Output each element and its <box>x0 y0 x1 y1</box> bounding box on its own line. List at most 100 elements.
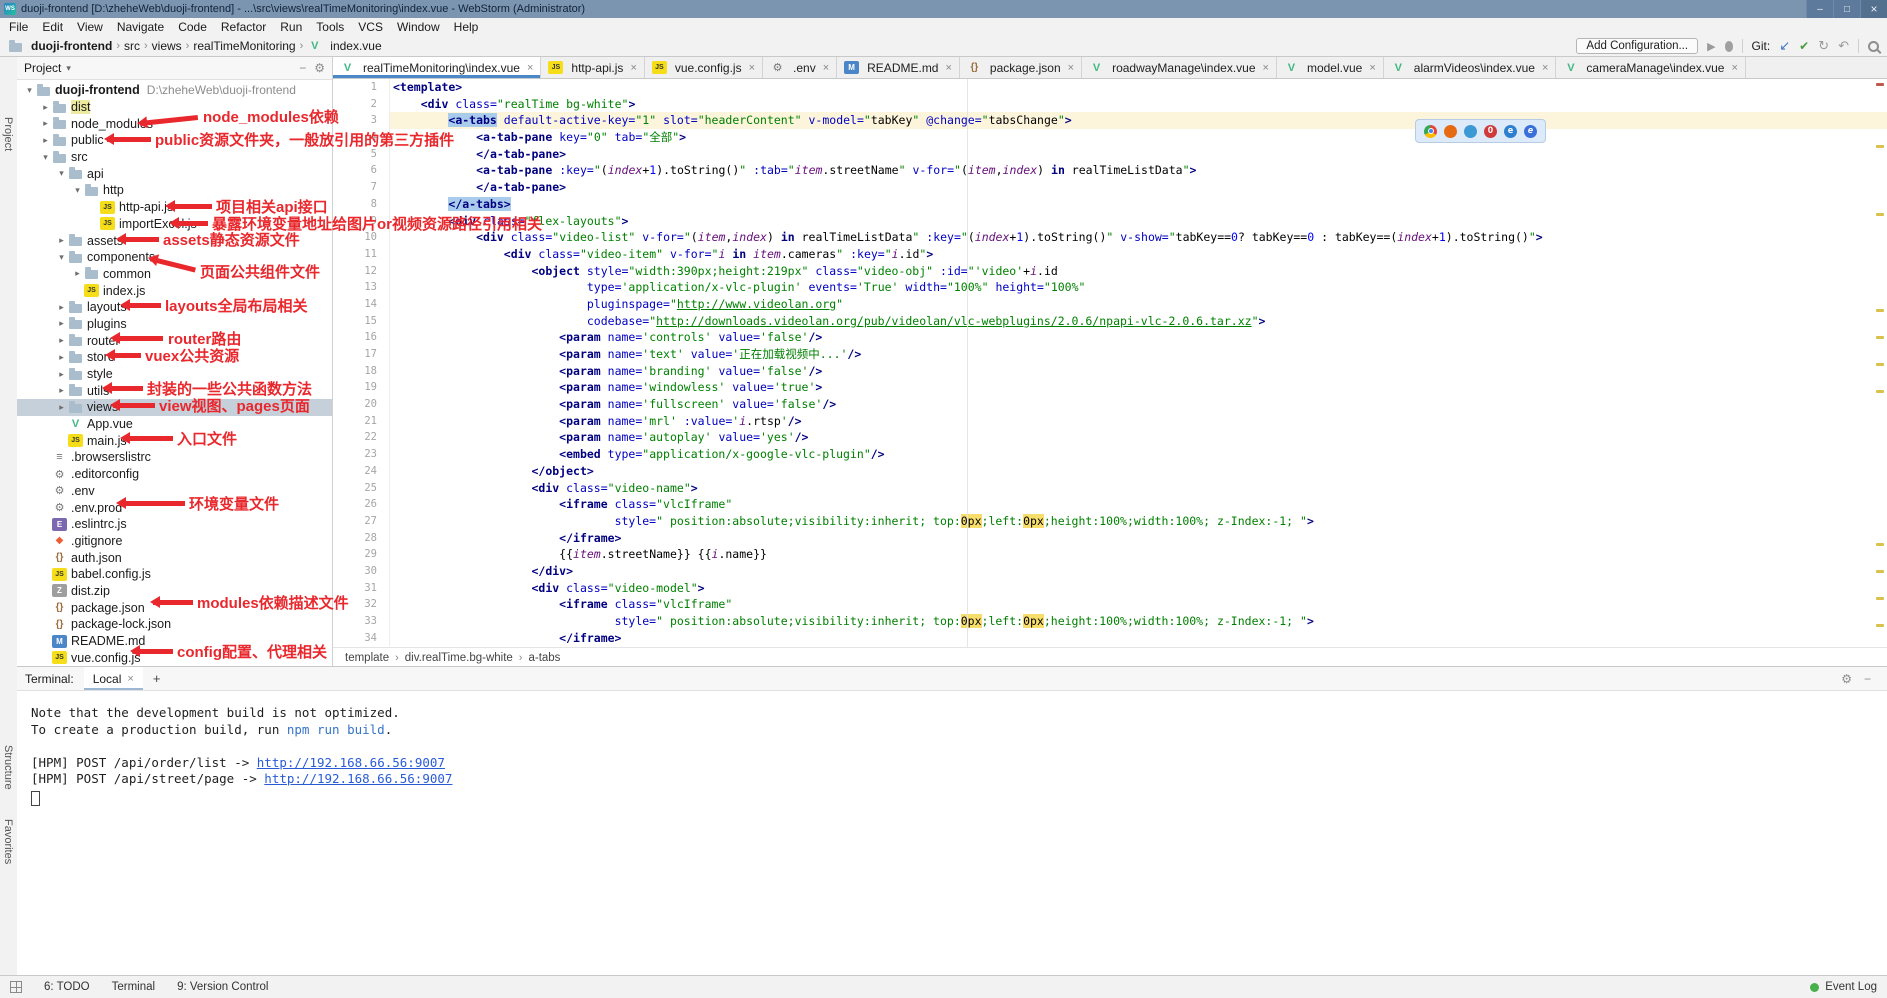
code-line-content[interactable]: <param name='mrl' :value='i.rtsp'/> <box>390 413 1887 430</box>
terminal-tab-local[interactable]: Local × <box>84 667 143 690</box>
code-line-content[interactable]: </iframe> <box>390 630 1887 647</box>
editor-breadcrumb-div-realtime-bg-white[interactable]: div.realTime.bg-white <box>405 652 513 664</box>
code-line[interactable]: 14 pluginspage="http://www.videolan.org" <box>333 296 1887 313</box>
opera-icon[interactable]: O <box>1484 125 1497 138</box>
line-number[interactable]: 22 <box>333 429 390 446</box>
breadcrumb-item-duoji-frontend[interactable]: duoji-frontend <box>31 39 112 53</box>
tree-item-editorconfig[interactable]: ⚙.editorconfig <box>17 466 332 483</box>
tree-item-auth-json[interactable]: {}auth.json <box>17 549 332 566</box>
search-icon[interactable] <box>1868 41 1879 52</box>
chevron-down-icon[interactable]: ▾ <box>55 168 68 179</box>
chevron-right-icon[interactable]: ▸ <box>39 102 52 113</box>
chevron-down-icon[interactable]: ▾ <box>55 252 68 263</box>
tree-item-browserslistrc[interactable]: ≡.browserslistrc <box>17 449 332 466</box>
code-line[interactable]: 9 <div class="flex-layouts"> <box>333 213 1887 230</box>
code-line-content[interactable]: <div class="video-list" v-for="(item,ind… <box>390 229 1887 246</box>
line-number[interactable]: 12 <box>333 263 390 280</box>
menu-window[interactable]: Window <box>390 18 447 36</box>
line-number[interactable]: 20 <box>333 396 390 413</box>
chrome-icon[interactable] <box>1424 125 1437 138</box>
code-line-content[interactable]: <object style="width:390px;height:219px"… <box>390 263 1887 280</box>
line-number[interactable]: 29 <box>333 546 390 563</box>
code-line[interactable]: 30 </div> <box>333 563 1887 580</box>
code-line-content[interactable]: type='application/x-vlc-plugin' events='… <box>390 279 1887 296</box>
editor-tab-readme-md[interactable]: MREADME.md× <box>837 57 960 78</box>
menu-tools[interactable]: Tools <box>309 18 351 36</box>
menu-file[interactable]: File <box>2 18 35 36</box>
close-icon[interactable]: × <box>1369 62 1375 74</box>
editor-breadcrumb-template[interactable]: template <box>345 652 389 664</box>
code-line-content[interactable]: <a-tab-pane :key="(index+1).toString()" … <box>390 162 1887 179</box>
status-event-log[interactable]: Event Log <box>1825 981 1877 993</box>
firefox-icon[interactable] <box>1444 125 1457 138</box>
line-number[interactable]: 23 <box>333 446 390 463</box>
chevron-down-icon[interactable]: ▾ <box>23 85 36 96</box>
chevron-right-icon[interactable]: ▸ <box>39 118 52 129</box>
code-line-content[interactable]: </a-tabs> <box>390 196 1887 213</box>
close-icon[interactable]: × <box>127 673 133 685</box>
editor-tab-realtimemonitoring-index-vue[interactable]: VrealTimeMonitoring\index.vue× <box>333 57 541 78</box>
line-number[interactable]: 30 <box>333 563 390 580</box>
chevron-right-icon[interactable]: ▸ <box>55 352 68 363</box>
code-line-content[interactable]: <div class="video-model"> <box>390 580 1887 597</box>
code-line-content[interactable]: </iframe> <box>390 530 1887 547</box>
code-line[interactable]: 29 {{item.streetName}} {{i.name}} <box>333 546 1887 563</box>
line-number[interactable]: 27 <box>333 513 390 530</box>
tree-item-main-js[interactable]: JSmain.js <box>17 432 332 449</box>
ie-icon[interactable]: e <box>1524 125 1537 138</box>
code-line[interactable]: 11 <div class="video-item" v-for="i in i… <box>333 246 1887 263</box>
status-item-9-version-control[interactable]: 9: Version Control <box>177 981 268 993</box>
code-line-content[interactable]: <param name='text' value='正在加载视频中...'/> <box>390 346 1887 363</box>
chevron-down-icon[interactable]: ▾ <box>39 152 52 163</box>
line-number[interactable]: 6 <box>333 162 390 179</box>
code-line-content[interactable]: <template> <box>390 79 1887 96</box>
close-icon[interactable]: × <box>823 62 829 74</box>
code-line-content[interactable]: style=" position:absolute;visibility:inh… <box>390 613 1887 630</box>
menu-code[interactable]: Code <box>171 18 214 36</box>
code-line[interactable]: 26 <iframe class="vlcIframe" <box>333 496 1887 513</box>
chevron-right-icon[interactable]: ▸ <box>55 302 68 313</box>
line-number[interactable]: 19 <box>333 379 390 396</box>
tree-item-src[interactable]: ▾src <box>17 149 332 166</box>
code-line[interactable]: 21 <param name='mrl' :value='i.rtsp'/> <box>333 413 1887 430</box>
code-line[interactable]: 28 </iframe> <box>333 530 1887 547</box>
tree-item-env[interactable]: ⚙.env <box>17 483 332 500</box>
maximize-button[interactable] <box>1833 0 1860 18</box>
breadcrumb-item-views[interactable]: views <box>152 39 182 53</box>
chevron-right-icon[interactable]: ▸ <box>55 369 68 380</box>
code-line-content[interactable]: <param name='controls' value='false'/> <box>390 329 1887 346</box>
code-line-content[interactable]: </a-tab-pane> <box>390 179 1887 196</box>
collapse-all-icon[interactable] <box>299 61 306 75</box>
code-line[interactable]: 5 </a-tab-pane> <box>333 146 1887 163</box>
code-line-content[interactable]: <div class="realTime bg-white"> <box>390 96 1887 113</box>
error-stripe-scrollbar[interactable] <box>1874 79 1886 647</box>
hide-panel-icon[interactable] <box>1864 672 1871 686</box>
edge-icon[interactable]: e <box>1504 125 1517 138</box>
editor-breadcrumb-a-tabs[interactable]: a-tabs <box>528 652 560 664</box>
code-line-content[interactable]: <iframe class="vlcIframe" <box>390 596 1887 613</box>
code-line[interactable]: 1<template> <box>333 79 1887 96</box>
menu-refactor[interactable]: Refactor <box>214 18 273 36</box>
chevron-right-icon[interactable]: ▸ <box>71 268 84 279</box>
editor-tab-http-api-js[interactable]: JShttp-api.js× <box>541 57 644 78</box>
chevron-right-icon[interactable]: ▸ <box>39 135 52 146</box>
code-line-content[interactable]: <embed type="application/x-google-vlc-pl… <box>390 446 1887 463</box>
menu-edit[interactable]: Edit <box>35 18 70 36</box>
line-number[interactable]: 2 <box>333 96 390 113</box>
editor-tab-vue-config-js[interactable]: JSvue.config.js× <box>645 57 763 78</box>
code-line-content[interactable]: pluginspage="http://www.videolan.org" <box>390 296 1887 313</box>
menu-help[interactable]: Help <box>447 18 486 36</box>
code-line[interactable]: 25 <div class="video-name"> <box>333 480 1887 497</box>
terminal-output[interactable]: Note that the development build is not o… <box>17 691 1887 810</box>
code-line-content[interactable]: <div class="flex-layouts"> <box>390 213 1887 230</box>
menu-run[interactable]: Run <box>273 18 309 36</box>
tool-strip-project[interactable]: Project <box>2 117 14 151</box>
code-line[interactable]: 18 <param name='branding' value='false'/… <box>333 363 1887 380</box>
terminal-link[interactable]: http://192.168.66.56:9007 <box>264 771 452 786</box>
code-line-content[interactable]: style=" position:absolute;visibility:inh… <box>390 513 1887 530</box>
chevron-right-icon[interactable]: ▸ <box>55 235 68 246</box>
code-line[interactable]: 17 <param name='text' value='正在加载视频中...'… <box>333 346 1887 363</box>
code-line[interactable]: 22 <param name='autoplay' value='yes'/> <box>333 429 1887 446</box>
breadcrumb-item-src[interactable]: src <box>124 39 140 53</box>
code-line-content[interactable]: <param name='autoplay' value='yes'/> <box>390 429 1887 446</box>
